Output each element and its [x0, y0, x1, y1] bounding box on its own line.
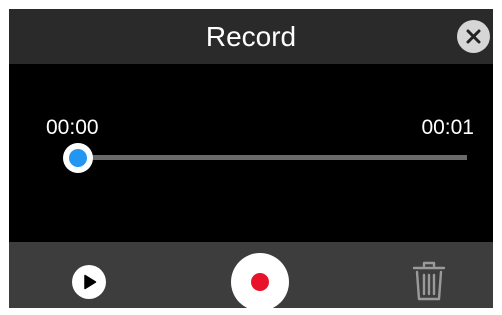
seek-slider-track[interactable] — [70, 155, 467, 160]
record-dialog: Record 00:00 00:01 — [9, 9, 493, 308]
close-icon — [466, 29, 481, 44]
play-icon — [84, 274, 97, 290]
seek-slider-thumb[interactable] — [63, 143, 93, 173]
controls-bar — [9, 242, 493, 308]
current-time-label: 00:00 — [46, 116, 99, 139]
total-time-label: 00:01 — [421, 116, 474, 139]
slider-thumb-dot — [69, 149, 87, 167]
playback-area: 00:00 00:01 — [9, 64, 493, 242]
delete-button[interactable] — [411, 260, 447, 302]
dialog-title: Record — [205, 21, 297, 52]
close-button[interactable] — [457, 20, 490, 53]
play-button[interactable] — [72, 265, 106, 299]
record-button[interactable] — [231, 253, 289, 308]
dialog-header: Record — [9, 9, 493, 64]
trash-icon — [412, 261, 446, 301]
record-icon — [251, 273, 269, 291]
